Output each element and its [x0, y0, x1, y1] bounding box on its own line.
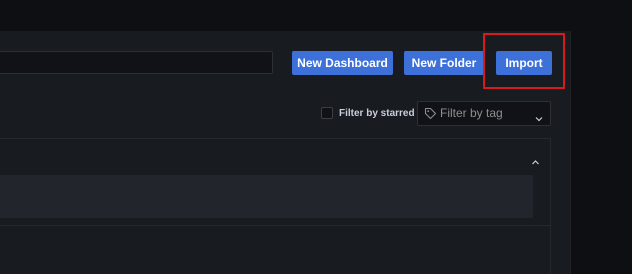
filter-by-starred-label[interactable]: Filter by starred: [339, 107, 415, 120]
new-folder-button[interactable]: New Folder: [404, 51, 484, 75]
import-button[interactable]: Import: [496, 51, 552, 75]
filter-by-starred-checkbox[interactable]: [321, 107, 333, 119]
search-input[interactable]: [0, 51, 273, 74]
chevron-up-icon[interactable]: [531, 154, 540, 165]
chevron-down-icon: [535, 110, 543, 122]
tag-icon: [424, 107, 437, 120]
tag-filter-select[interactable]: Filter by tag: [417, 101, 551, 126]
new-dashboard-button[interactable]: New Dashboard: [292, 51, 393, 75]
row-divider: [0, 225, 551, 226]
dashboard-list-item[interactable]: [0, 175, 533, 218]
tag-filter-placeholder: Filter by tag: [440, 106, 503, 120]
